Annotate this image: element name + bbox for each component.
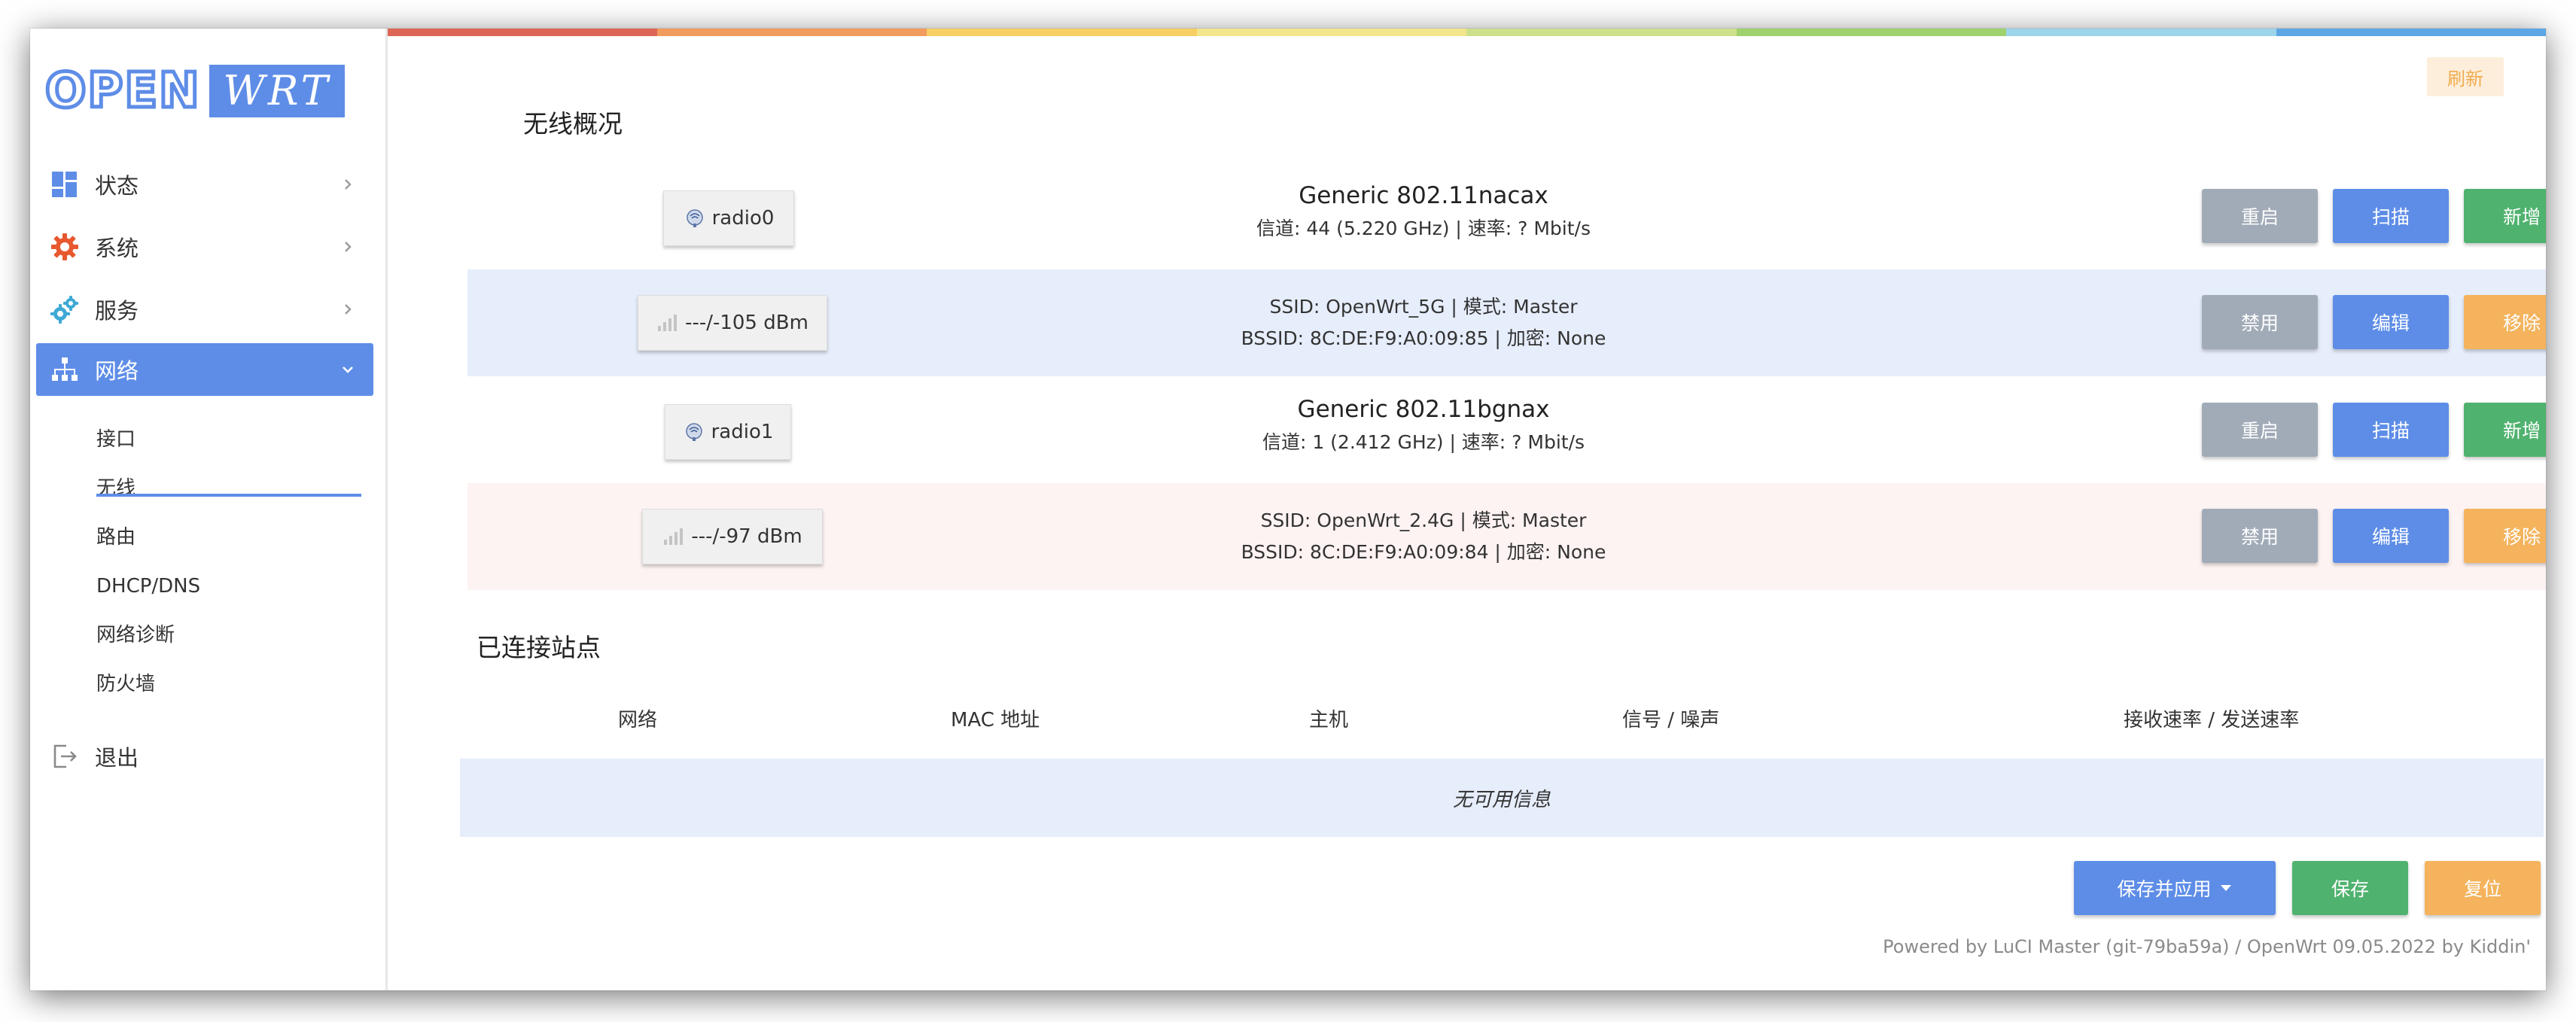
wireless-network-row: ---/-105 dBm SSID: OpenWrt_5G | 模式: Mast… <box>467 269 2546 376</box>
sidebar-item-label: 网络 <box>95 358 139 384</box>
gears-icon <box>48 293 81 326</box>
add-button[interactable]: 新增 <box>2464 403 2546 457</box>
radio-chip: radio1 <box>665 404 791 460</box>
chevron-down-icon <box>333 354 363 385</box>
edit-button[interactable]: 编辑 <box>2333 295 2449 349</box>
scan-button[interactable]: 扫描 <box>2333 189 2449 243</box>
refresh-button[interactable]: 刷新 <box>2427 57 2504 96</box>
bssid-encryption: BSSID: 8C:DE:F9:A0:09:84 | 加密: None <box>1241 541 1606 563</box>
network-tree-icon <box>48 353 81 386</box>
sidebar-item-label: 服务 <box>95 298 139 324</box>
save-apply-button[interactable]: 保存并应用 <box>2074 861 2276 915</box>
restart-button[interactable]: 重启 <box>2202 189 2318 243</box>
dashboard-icon <box>48 168 81 201</box>
sidebar-item-services[interactable]: 服务 <box>36 283 373 336</box>
empty-message: 无可用信息 <box>1452 788 1551 811</box>
signal-value: ---/-97 dBm <box>691 525 802 548</box>
radio-channel-rate: 信道: 44 (5.220 GHz) | 速率: ? Mbit/s <box>1256 217 1591 239</box>
sidebar-subitem-firewall[interactable]: 防火墙 <box>96 669 155 699</box>
signal-bars-icon <box>662 528 685 546</box>
openwrt-logo[interactable]: OPEN WRT <box>44 63 346 120</box>
chevron-right-icon <box>333 232 363 262</box>
column-header-rate: 接收速率 / 发送速率 <box>2124 709 2300 732</box>
network-info: SSID: OpenWrt_5G | 模式: Master BSSID: 8C:… <box>1122 292 1725 351</box>
signal-chip: ---/-105 dBm <box>638 295 827 351</box>
radio-name: radio1 <box>711 421 774 443</box>
radio-chip: radio0 <box>663 190 794 246</box>
network-info: SSID: OpenWrt_2.4G | 模式: Master BSSID: 8… <box>1122 506 1725 564</box>
wifi-radio-icon <box>683 422 705 442</box>
ssid-mode: SSID: OpenWrt_5G | 模式: Master <box>1269 296 1578 318</box>
sidebar-item-label: 退出 <box>95 745 139 771</box>
sidebar-item-logout[interactable]: 退出 <box>36 730 373 783</box>
column-header-signal: 信号 / 噪声 <box>1622 709 1720 732</box>
save-apply-label: 保存并应用 <box>2117 878 2212 900</box>
radio-info: Generic 802.11bgnax 信道: 1 (2.412 GHz) | … <box>1145 396 1702 455</box>
wireless-overview-title: 无线概况 <box>523 109 623 138</box>
signal-value: ---/-105 dBm <box>685 312 808 334</box>
sidebar-subitem-dhcp-dns[interactable]: DHCP/DNS <box>96 571 200 601</box>
chevron-right-icon <box>333 294 363 324</box>
ssid-mode: SSID: OpenWrt_2.4G | 模式: Master <box>1260 509 1587 531</box>
radio-device-row: radio1 Generic 802.11bgnax 信道: 1 (2.412 … <box>467 376 2546 483</box>
scan-button[interactable]: 扫描 <box>2333 403 2449 457</box>
column-header-network: 网络 <box>618 709 658 732</box>
wifi-radio-icon <box>684 208 706 228</box>
logo-open-text: OPEN <box>44 63 202 120</box>
disable-button[interactable]: 禁用 <box>2202 295 2318 349</box>
sidebar-subitem-diagnostics[interactable]: 网络诊断 <box>96 620 175 650</box>
signal-chip: ---/-97 dBm <box>642 509 823 564</box>
radio-channel-rate: 信道: 1 (2.412 GHz) | 速率: ? Mbit/s <box>1262 431 1585 453</box>
stations-title: 已连接站点 <box>477 633 601 662</box>
gear-icon <box>48 230 81 263</box>
chevron-right-icon <box>333 169 363 199</box>
signal-bars-icon <box>656 314 679 332</box>
sidebar-item-status[interactable]: 状态 <box>36 158 373 211</box>
browser-window: OPEN WRT 状态 系统 服务 网络 接口 无线 路由 DHCP/DNS 网… <box>30 29 2546 990</box>
sidebar-item-network[interactable]: 网络 <box>36 343 373 396</box>
sidebar-subitem-interfaces[interactable]: 接口 <box>96 424 135 455</box>
caret-down-icon <box>2219 884 2233 893</box>
active-subitem-underline <box>96 494 361 497</box>
radio-name: radio0 <box>711 207 775 230</box>
radio-model: Generic 802.11nacax <box>1299 182 1548 209</box>
footer-powered-by: Powered by LuCI Master (git-79ba59a) / O… <box>1883 936 2531 957</box>
sidebar-subitem-wireless[interactable]: 无线 <box>96 473 135 503</box>
disable-button[interactable]: 禁用 <box>2202 509 2318 563</box>
add-button[interactable]: 新增 <box>2464 189 2546 243</box>
radio-device-row: radio0 Generic 802.11nacax 信道: 44 (5.220… <box>467 163 2546 269</box>
main-content: 刷新 无线概况 radio0 Generic 802.11nacax 信道: 4… <box>388 29 2546 990</box>
remove-button[interactable]: 移除 <box>2464 295 2546 349</box>
sidebar-subitem-routes[interactable]: 路由 <box>96 522 135 552</box>
column-header-mac: MAC 地址 <box>951 709 1040 732</box>
sidebar-item-label: 状态 <box>95 173 139 199</box>
bssid-encryption: BSSID: 8C:DE:F9:A0:09:85 | 加密: None <box>1241 327 1606 349</box>
save-button[interactable]: 保存 <box>2292 861 2408 915</box>
reset-button[interactable]: 复位 <box>2425 861 2541 915</box>
radio-model: Generic 802.11bgnax <box>1297 396 1550 423</box>
sidebar: OPEN WRT 状态 系统 服务 网络 接口 无线 路由 DHCP/DNS 网… <box>30 29 388 990</box>
edit-button[interactable]: 编辑 <box>2333 509 2449 563</box>
logo-wrt-text: WRT <box>209 65 345 117</box>
logout-icon <box>48 740 81 773</box>
column-header-host: 主机 <box>1309 709 1349 732</box>
sidebar-item-label: 系统 <box>95 236 139 261</box>
sidebar-item-system[interactable]: 系统 <box>36 221 373 273</box>
remove-button[interactable]: 移除 <box>2464 509 2546 563</box>
radio-info: Generic 802.11nacax 信道: 44 (5.220 GHz) |… <box>1145 182 1702 241</box>
wireless-network-row: ---/-97 dBm SSID: OpenWrt_2.4G | 模式: Mas… <box>467 483 2546 590</box>
table-empty-row: 无可用信息 <box>460 759 2544 837</box>
restart-button[interactable]: 重启 <box>2202 403 2318 457</box>
